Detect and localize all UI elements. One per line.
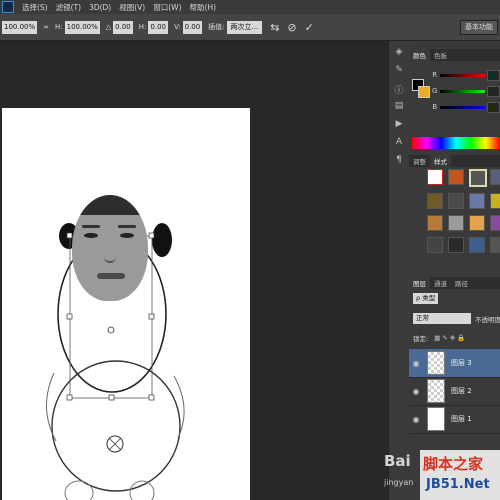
width-field[interactable]: 100.00% (2, 20, 38, 34)
tab-color[interactable]: 颜色 (409, 49, 430, 61)
tab-swatches[interactable]: 色板 (430, 49, 451, 61)
brush-icon[interactable]: ✎ (393, 65, 405, 77)
layer-row-2[interactable]: ◉ 图层 2 (409, 377, 500, 406)
interpolation-label: 插值: (208, 23, 225, 31)
slider-red-label: R (432, 71, 438, 79)
tab-channels[interactable]: 通道 (430, 277, 451, 289)
angle-field[interactable]: 0.00 (113, 20, 133, 34)
opacity-label: 不透明度: (475, 315, 500, 324)
height-field[interactable]: 100.00% (64, 20, 100, 34)
slider-green-label: G (432, 87, 438, 95)
style-swatch[interactable] (490, 237, 500, 253)
interpolation-select[interactable]: 两次立... (226, 20, 263, 34)
panda-drawing (45, 223, 185, 500)
app-logo (2, 1, 14, 13)
jb51-title: 脚本之家 (423, 455, 484, 473)
jb51-url: JB51.Net (426, 477, 490, 492)
commit-transform-icon[interactable]: ✓ (305, 21, 314, 34)
layer-thumbnail (427, 379, 445, 403)
style-swatch[interactable] (427, 169, 443, 185)
menu-select[interactable]: 选择(S) (22, 2, 48, 13)
color-panel-tabs: 颜色 色板 (409, 49, 500, 61)
slider-blue[interactable]: B (409, 99, 500, 115)
hskew-field[interactable]: 0.00 (148, 20, 168, 34)
paragraph-icon[interactable]: ¶ (393, 155, 405, 167)
layer-thumbnail (427, 351, 445, 375)
baidu-watermark: Bai (384, 452, 411, 470)
color-spectrum[interactable] (412, 137, 500, 149)
style-swatch[interactable] (427, 215, 443, 231)
style-swatch[interactable] (448, 215, 464, 231)
layer-name: 图层 3 (451, 359, 472, 367)
style-swatch[interactable] (427, 237, 443, 253)
style-swatch[interactable] (427, 193, 443, 209)
layer-name: 图层 2 (451, 387, 472, 395)
layer-kind-filter[interactable]: ρ 类型 (413, 293, 439, 304)
style-swatch[interactable] (490, 215, 500, 231)
menu-bar: 选择(S) 滤镜(T) 3D(D) 视图(V) 窗口(W) 帮助(H) (0, 0, 500, 14)
angle-icon: △ (105, 23, 112, 31)
layers-panel-tabs: 图层 通道 路径 (409, 277, 500, 289)
link-icon[interactable]: ∞ (43, 23, 49, 31)
style-swatch[interactable] (490, 169, 500, 185)
hskew-label: H: (138, 23, 147, 31)
vskew-field[interactable]: 0.00 (182, 20, 203, 34)
visibility-eye-icon[interactable]: ◉ (409, 415, 423, 424)
tab-paths[interactable]: 路径 (451, 277, 472, 289)
tab-layers[interactable]: 图层 (409, 277, 430, 289)
actions-icon[interactable]: ▶ (393, 119, 405, 131)
jingyan-watermark: jingyan (384, 478, 414, 487)
layer-row-3[interactable]: ◉ 图层 3 (409, 349, 500, 378)
lock-icons[interactable]: ▦ ✎ ✥ 🔒 (434, 334, 465, 342)
blend-mode-select[interactable]: 正常 (413, 313, 471, 324)
tab-styles[interactable]: 样式 (430, 155, 451, 167)
layer-name: 图层 1 (451, 415, 472, 423)
layer-row-1[interactable]: ◉ 图层 1 (409, 405, 500, 434)
style-swatch[interactable] (448, 169, 464, 185)
canvas-workspace[interactable] (0, 41, 388, 500)
style-swatch[interactable] (469, 169, 487, 187)
character-icon[interactable]: A (393, 137, 405, 149)
panel-tool-strip: ◈ ✎ ⓘ ▤ ▶ A ¶ (388, 41, 410, 500)
document-canvas[interactable] (2, 108, 250, 500)
jb51-watermark: 脚本之家 JB51.Net (420, 450, 500, 500)
right-panels: 颜色 色板 R G B 调整 样式 图层 通道 路径 ρ 类型 正常 不透明度 … (409, 41, 500, 500)
cancel-transform-icon[interactable]: ⊘ (287, 21, 296, 34)
tab-adjustments[interactable]: 调整 (409, 155, 430, 167)
menu-help[interactable]: 帮助(H) (190, 2, 217, 13)
styles-panel-tabs: 调整 样式 (409, 155, 500, 167)
style-swatch[interactable] (469, 193, 485, 209)
menu-filter[interactable]: 滤镜(T) (56, 2, 81, 13)
warp-icon[interactable]: ⇆ (270, 21, 279, 34)
options-bar: 100.00% ∞ H: 100.00% △ 0.00 H: 0.00 V: 0… (0, 14, 500, 41)
styles-panel: 调整 样式 (409, 155, 500, 272)
history-icon[interactable]: ◈ (393, 47, 405, 59)
vskew-label: V: (173, 23, 181, 31)
slider-red[interactable]: R (409, 67, 500, 83)
style-swatches (427, 169, 500, 253)
menu-window[interactable]: 窗口(W) (153, 2, 181, 13)
menu-3d[interactable]: 3D(D) (89, 3, 111, 12)
slider-blue-label: B (432, 103, 438, 111)
properties-icon[interactable]: ▤ (393, 101, 405, 113)
style-swatch[interactable] (490, 193, 500, 209)
face-photo (72, 195, 148, 301)
info-icon[interactable]: ⓘ (393, 83, 405, 96)
menu-view[interactable]: 视图(V) (119, 2, 145, 13)
visibility-eye-icon[interactable]: ◉ (409, 359, 423, 368)
height-label: H: (55, 23, 63, 31)
visibility-eye-icon[interactable]: ◉ (409, 387, 423, 396)
style-swatch[interactable] (448, 193, 464, 209)
style-swatch[interactable] (469, 237, 485, 253)
lock-label: 锁定: (413, 335, 429, 343)
style-swatch[interactable] (469, 215, 485, 231)
slider-green[interactable]: G (409, 83, 500, 99)
style-swatch[interactable] (448, 237, 464, 253)
layer-thumbnail (427, 407, 445, 431)
workspace-switcher[interactable]: 基本功能 (460, 20, 498, 35)
